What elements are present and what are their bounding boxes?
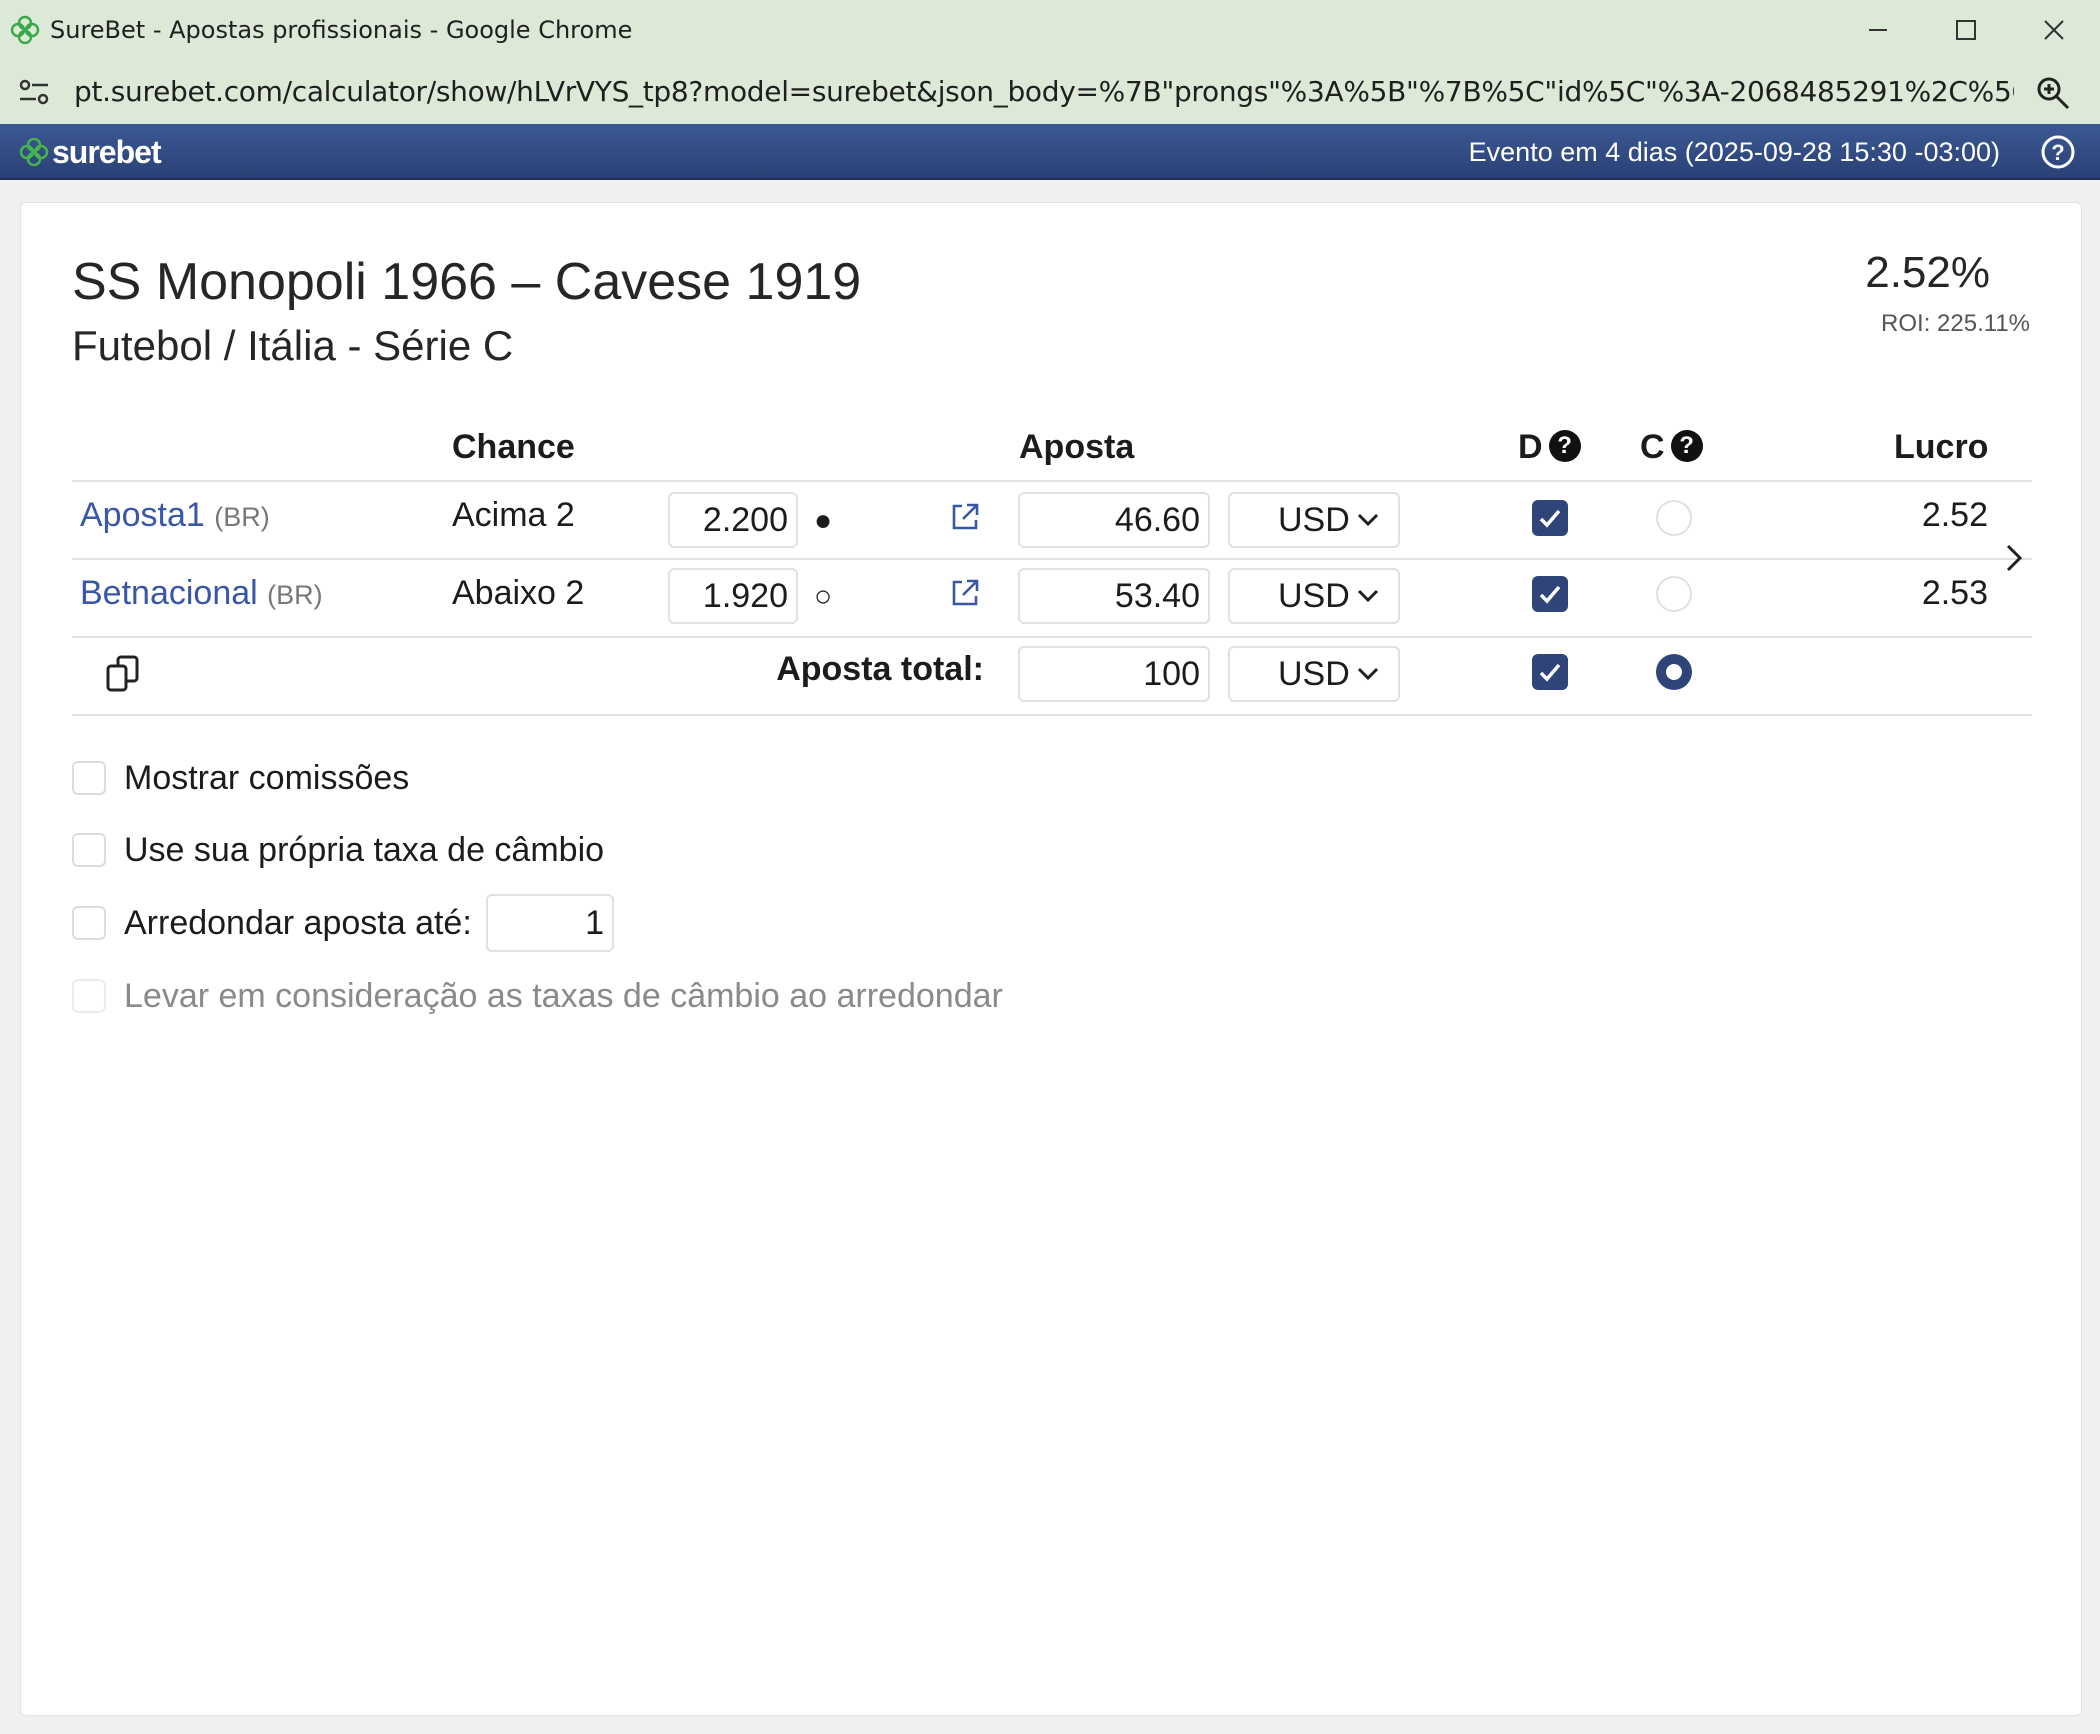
divider: [72, 480, 2032, 482]
chevron-down-icon: [1357, 667, 1379, 681]
match-title: SS Monopoli 1966 – Cavese 1919: [72, 253, 862, 311]
close-button[interactable]: [2010, 0, 2098, 60]
currency-value: USD: [1278, 655, 1350, 693]
url-field[interactable]: pt.surebet.com/calculator/show/hLVrVYS_t…: [74, 60, 2014, 124]
maximize-button[interactable]: [1922, 0, 2010, 60]
option-own-exchange-rate[interactable]: Use sua própria taxa de câmbio: [72, 830, 604, 870]
option-label: Arredondar aposta até:: [124, 903, 472, 942]
option-round-stake[interactable]: Arredondar aposta até:: [72, 903, 472, 943]
divider: [72, 558, 2032, 560]
profit-value: 2.53: [1921, 574, 1988, 612]
surebet-clover-icon: [19, 137, 49, 167]
browser-titlebar: SureBet - Apostas profissionais - Google…: [0, 0, 2100, 60]
header-c-label: C: [1640, 428, 1665, 466]
external-link-icon[interactable]: [948, 500, 982, 534]
header-c: C?: [1640, 428, 1703, 467]
header-d-label: D: [1518, 428, 1543, 466]
address-bar: pt.surebet.com/calculator/show/hLVrVYS_t…: [0, 60, 2100, 124]
total-d-checkbox[interactable]: [1532, 654, 1568, 690]
option-label: Use sua própria taxa de câmbio: [124, 830, 605, 869]
header-chance: Chance: [452, 428, 575, 466]
bookmaker-link[interactable]: Betnacional (BR): [80, 574, 323, 613]
chevron-right-icon[interactable]: [2002, 540, 2026, 576]
help-d-icon[interactable]: ?: [1548, 430, 1581, 463]
surebet-logo[interactable]: surebet: [18, 132, 162, 172]
option-label: Levar em consideração as taxas de câmbio…: [124, 976, 1003, 1015]
total-stake-label: Aposta total:: [776, 650, 984, 688]
minimize-icon: [1869, 29, 1887, 31]
help-circle-icon[interactable]: ?: [2040, 134, 2076, 170]
d-checkbox[interactable]: [1532, 576, 1568, 612]
check-icon: [1539, 585, 1561, 604]
chevron-down-icon: [1357, 589, 1379, 603]
bookmaker-name[interactable]: Aposta1: [80, 496, 205, 534]
c-radio[interactable]: [1656, 576, 1692, 612]
surebet-clover-icon: [10, 15, 40, 45]
currency-select[interactable]: USD: [1228, 568, 1400, 624]
outcome-label: Acima 2: [452, 496, 575, 534]
option-consider-exchange: Levar em consideração as taxas de câmbio…: [72, 976, 1003, 1016]
bookmaker-region: (BR): [267, 580, 323, 610]
c-radio[interactable]: [1656, 500, 1692, 536]
header-aposta: Aposta: [1019, 428, 1135, 466]
bookmaker-region: (BR): [214, 502, 270, 532]
minimize-button[interactable]: [1834, 0, 1922, 60]
help-c-icon[interactable]: ?: [1670, 430, 1703, 463]
surebet-header: surebet Evento em 4 dias (2025-09-28 15:…: [0, 124, 2100, 180]
header-lucro: Lucro: [1894, 428, 1989, 466]
d-checkbox[interactable]: [1532, 500, 1568, 536]
divider: [72, 636, 2032, 638]
zoom-icon[interactable]: [2034, 74, 2072, 112]
total-stake-input[interactable]: 100: [1018, 646, 1210, 702]
option-show-commissions[interactable]: Mostrar comissões: [72, 758, 409, 798]
total-c-radio[interactable]: [1656, 654, 1692, 690]
bottom-strip: [0, 1716, 2100, 1734]
outcome-label: Abaixo 2: [452, 574, 585, 612]
header-d: D?: [1518, 428, 1581, 467]
maximize-icon: [1956, 20, 1976, 40]
checkbox: [72, 979, 106, 1013]
checkbox[interactable]: [72, 761, 106, 795]
divider: [72, 714, 2032, 716]
check-icon: [1539, 509, 1561, 528]
checkbox[interactable]: [72, 833, 106, 867]
bookmaker-name[interactable]: Betnacional: [80, 574, 258, 612]
profit-percent: 2.52%: [1865, 248, 1990, 297]
roi-value: ROI: 225.11%: [1881, 310, 2030, 337]
checkbox[interactable]: [72, 906, 106, 940]
odds-input[interactable]: 1.920: [668, 568, 798, 624]
chevron-down-icon: [1357, 513, 1379, 527]
round-value-input[interactable]: 1: [486, 894, 614, 952]
bookmaker-link[interactable]: Aposta1 (BR): [80, 496, 270, 535]
close-icon: [2044, 20, 2064, 40]
odds-input[interactable]: 2.200: [668, 492, 798, 548]
stake-input[interactable]: 53.40: [1018, 568, 1210, 624]
match-subtitle: Futebol / Itália - Série C: [72, 322, 514, 369]
total-currency-select[interactable]: USD: [1228, 646, 1400, 702]
profit-value: 2.52: [1921, 496, 1988, 534]
outcome-marker: ●: [814, 504, 833, 537]
window-title: SureBet - Apostas profissionais - Google…: [50, 16, 633, 44]
event-info: Evento em 4 dias (2025-09-28 15:30 -03:0…: [1468, 137, 2000, 167]
copy-icon[interactable]: [104, 654, 144, 694]
check-icon: [1539, 663, 1561, 682]
outcome-marker: ○: [814, 580, 833, 613]
currency-value: USD: [1278, 577, 1350, 615]
external-link-icon[interactable]: [948, 576, 982, 610]
logo-text: surebet: [52, 133, 162, 170]
stake-input[interactable]: 46.60: [1018, 492, 1210, 548]
currency-select[interactable]: USD: [1228, 492, 1400, 548]
option-label: Mostrar comissões: [124, 758, 410, 797]
tune-icon[interactable]: [14, 74, 54, 110]
currency-value: USD: [1278, 501, 1350, 539]
svg-text:?: ?: [2051, 140, 2064, 165]
